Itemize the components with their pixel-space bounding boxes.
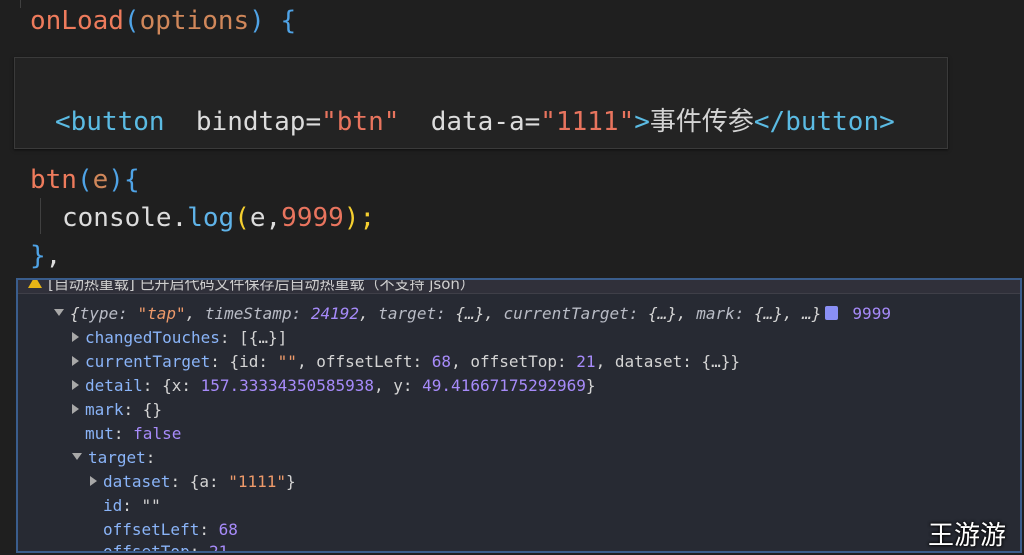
expand-right-icon[interactable] [72, 403, 79, 414]
property-row-currenttarget[interactable]: currentTarget: {id: "", offsetLeft: 68, … [72, 352, 740, 371]
code-line-btn: btn(e){ [30, 165, 140, 195]
paren: ) [249, 6, 265, 36]
code-editor: onLoad(options) { <button bindtap="btn" … [0, 0, 1024, 278]
warning-text: [自动热重载] 已开启代码文件保存后自动热重载（不支持 json） [48, 278, 475, 293]
tag-open: <button [55, 107, 165, 137]
property-row-id: id: "" [103, 496, 161, 515]
dot: . [171, 203, 188, 233]
expand-right-icon[interactable] [72, 355, 79, 366]
comma: , [45, 241, 62, 271]
paren: ( [76, 165, 93, 195]
expand-right-icon[interactable] [72, 379, 79, 390]
indent-guide [20, 0, 21, 8]
property-row-offsettop: offsetTop: 21 [103, 542, 229, 553]
property-row-dataset[interactable]: dataset: {a: "1111"} [90, 472, 296, 491]
devtools-console: [自动热重载] 已开启代码文件保存后自动热重载（不支持 json） {type:… [16, 278, 1022, 553]
info-icon[interactable] [825, 305, 839, 320]
code-line-console-log: console.log(e,9999); [62, 203, 375, 233]
paren: ( [123, 6, 140, 36]
object-name: console [62, 203, 172, 233]
argument-number: 9999 [281, 203, 344, 233]
paren: ) [108, 165, 124, 195]
expand-right-icon[interactable] [72, 331, 79, 342]
snippet-line: <button bindtap="btn" data-a="1111">事件传参… [55, 101, 895, 138]
expand-down-icon[interactable] [72, 453, 82, 460]
tag-close: </button> [753, 107, 895, 137]
tag-end: > [634, 107, 650, 137]
paren: ( [234, 203, 250, 233]
attr-value: "btn" [321, 107, 400, 137]
warning-bar: [自动热重载] 已开启代码文件保存后自动热重载（不支持 json） [18, 278, 1020, 294]
object-preview: {type: "tap", timeStamp: 24192, target: … [70, 304, 822, 323]
method-name: log [187, 203, 235, 233]
code-snippet-overlay: <button bindtap="btn" data-a="1111">事件传参… [14, 57, 948, 149]
expand-right-icon[interactable] [90, 475, 97, 486]
attr-value: "1111" [540, 107, 635, 137]
logged-number: 9999 [852, 304, 891, 323]
param-name: e [92, 165, 109, 195]
argument: e, [249, 203, 282, 233]
property-row-target[interactable]: target: [72, 448, 155, 467]
property-row-mut: mut: false [85, 424, 182, 443]
property-row-mark[interactable]: mark: {} [72, 400, 162, 419]
function-name: btn [30, 165, 77, 195]
indent-guide [40, 198, 41, 234]
property-row-changedtouches[interactable]: changedTouches: [{…}] [72, 328, 287, 347]
code-line-close: }, [30, 241, 61, 271]
brace: { [123, 165, 140, 195]
attr-name: data-a= [430, 107, 541, 137]
function-name: onLoad [30, 6, 124, 36]
property-row-offsetleft: offsetLeft: 68 [103, 520, 238, 539]
log-entry-summary[interactable]: {type: "tap", timeStamp: 24192, target: … [54, 304, 891, 323]
brace: } [30, 241, 46, 271]
attr-name: bindtap= [195, 107, 322, 137]
code-line-onload: onLoad(options) { [30, 6, 296, 36]
param-name: options [139, 6, 250, 36]
watermark: 王游游 [928, 521, 1007, 551]
button-text: 事件传参 [649, 107, 754, 137]
paren-semicolon: ); [343, 203, 376, 233]
expand-down-icon[interactable] [54, 309, 64, 316]
property-row-detail[interactable]: detail: {x: 157.33334350585938, y: 49.41… [72, 376, 596, 395]
warning-icon [28, 280, 42, 288]
brace: { [264, 6, 297, 36]
